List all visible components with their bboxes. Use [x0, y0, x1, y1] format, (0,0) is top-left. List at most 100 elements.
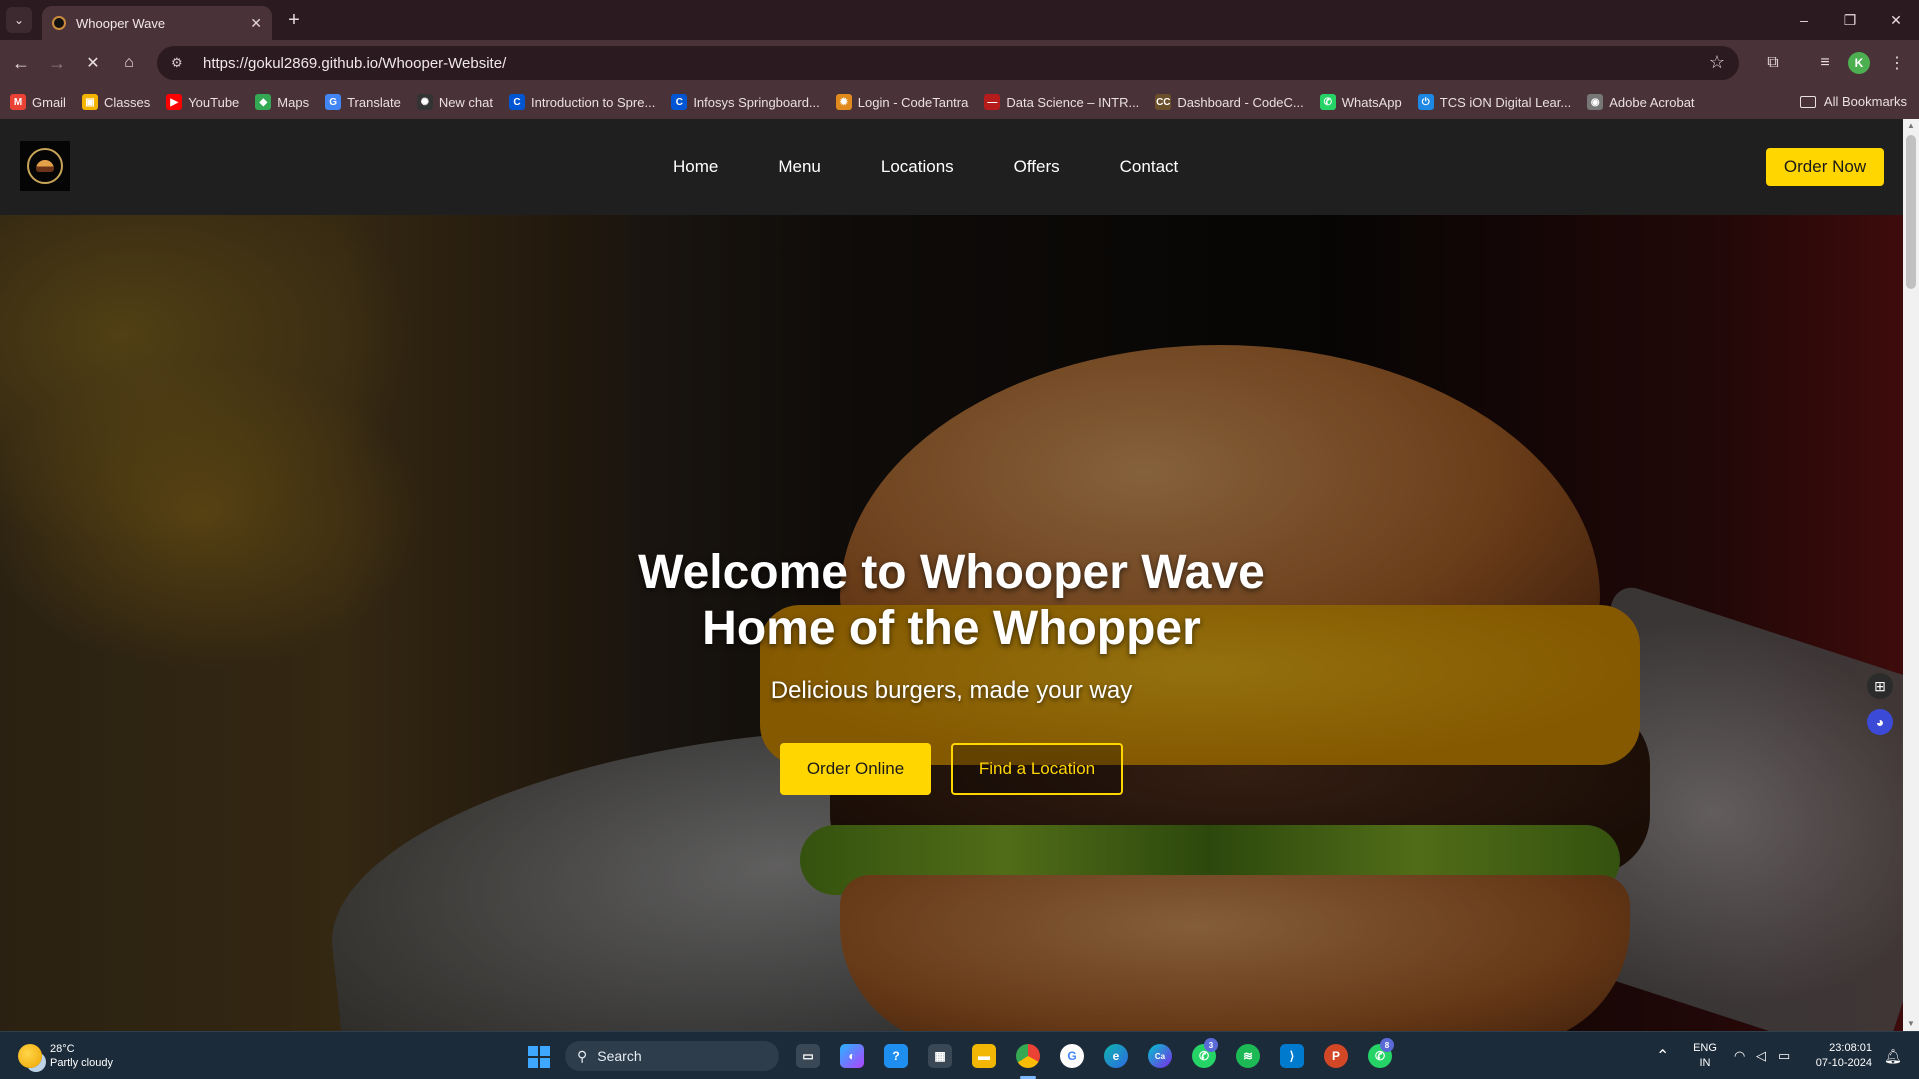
find-location-button[interactable]: Find a Location — [951, 743, 1123, 795]
battery-icon[interactable]: ▭ — [1778, 1032, 1790, 1079]
task-view-icon[interactable]: ▭ — [796, 1044, 820, 1068]
bookmark-label: Login - CodeTantra — [857, 94, 969, 110]
chrome-icon[interactable] — [1016, 1044, 1040, 1068]
help-icon[interactable]: ? — [884, 1044, 908, 1068]
bookmark-item[interactable]: — Data Science – INTR... — [984, 94, 1139, 110]
extensions-icon[interactable]: ⧉ — [1760, 50, 1786, 76]
scroll-up-arrow-icon[interactable]: ▲ — [1903, 119, 1919, 133]
assistant-bot-icon[interactable]: ◕ — [1867, 709, 1893, 735]
weather-desc: Partly cloudy — [50, 1057, 113, 1069]
volume-icon[interactable]: ◁ — [1756, 1032, 1766, 1079]
address-bar[interactable]: ⚙ https://gokul2869.github.io/Whooper-We… — [157, 46, 1739, 80]
stop-loading-icon[interactable]: ✕ — [80, 50, 106, 76]
notification-bell-icon[interactable]: 🔔︎ — [1884, 1048, 1902, 1065]
browser-toolbar: ← → ✕ ⌂ ⚙ https://gokul2869.github.io/Wh… — [0, 40, 1919, 85]
all-bookmarks-button[interactable]: All Bookmarks — [1799, 94, 1907, 109]
tab-title: Whooper Wave — [76, 15, 166, 31]
tab-search-dropdown-icon[interactable]: ⌄ — [6, 7, 32, 33]
bookmark-label: New chat — [438, 94, 494, 110]
copilot-icon[interactable]: ◐ — [840, 1044, 864, 1068]
nav-home[interactable]: Home — [673, 157, 718, 177]
youtube-icon: ▶ — [166, 94, 183, 110]
page-scrollbar[interactable]: ▲ ▼ — [1903, 119, 1919, 1031]
microsoft-store-icon[interactable]: ▦ — [928, 1044, 952, 1068]
browser-tab-active[interactable]: Whooper Wave ✕ — [42, 6, 272, 40]
gmail-icon: M — [10, 94, 26, 110]
bookmark-item[interactable]: ✹ Login - CodeTantra — [835, 94, 969, 110]
spotify-icon[interactable]: ≋ — [1236, 1044, 1260, 1068]
whooper-logo[interactable] — [20, 141, 70, 191]
canva-icon[interactable]: Ca — [1148, 1044, 1172, 1068]
bookmark-item[interactable]: ⏻ TCS iON Digital Lear... — [1417, 94, 1571, 110]
order-now-button[interactable]: Order Now — [1766, 148, 1884, 186]
home-icon[interactable]: ⌂ — [116, 50, 142, 76]
language-code: ENG — [1693, 1042, 1717, 1054]
bookmark-label: Data Science – INTR... — [1006, 94, 1140, 110]
nav-contact[interactable]: Contact — [1120, 157, 1179, 177]
bookmark-item[interactable]: C Infosys Springboard... — [671, 94, 820, 110]
codechef-icon: CC — [1155, 94, 1172, 110]
bookmark-label: Classes — [103, 94, 151, 110]
chatgpt-icon: ✺ — [416, 94, 433, 110]
bookmark-item[interactable]: ◆ Maps — [255, 94, 309, 110]
scroll-down-arrow-icon[interactable]: ▼ — [1903, 1017, 1919, 1031]
bookmark-item[interactable]: CC Dashboard - CodeC... — [1155, 94, 1304, 110]
clock-date: 07-10-2024 — [1815, 1057, 1872, 1069]
edge-icon[interactable]: e — [1104, 1044, 1128, 1068]
nav-offers[interactable]: Offers — [1014, 157, 1060, 177]
burger-logo-icon — [36, 160, 54, 172]
bookmark-item[interactable]: ✆ WhatsApp — [1319, 94, 1402, 110]
system-clock[interactable]: 23:08:01 07-10-2024 — [1810, 1041, 1872, 1071]
site-info-icon[interactable]: ⚙ — [171, 55, 189, 71]
weather-widget[interactable]: 28°C Partly cloudy — [18, 1042, 113, 1070]
taskbar-search[interactable]: ⚲ Search — [565, 1041, 779, 1071]
weather-temp: 28°C — [50, 1043, 75, 1055]
bookmark-star-icon[interactable]: ☆ — [1709, 52, 1725, 73]
new-tab-button[interactable]: + — [282, 9, 306, 33]
grid-tool-icon[interactable]: ⊞ — [1867, 673, 1893, 699]
partly-cloudy-icon — [18, 1044, 42, 1068]
clock-time: 23:08:01 — [1829, 1042, 1872, 1054]
bookmark-item[interactable]: M Gmail — [10, 94, 66, 110]
tray-overflow-icon[interactable]: ⌃ — [1656, 1032, 1669, 1079]
nav-menu[interactable]: Menu — [778, 157, 821, 177]
google-icon[interactable]: G — [1060, 1044, 1084, 1068]
profile-avatar[interactable]: K — [1848, 52, 1870, 74]
restore-button[interactable]: ❐ — [1827, 0, 1873, 40]
forward-arrow-icon[interactable]: → — [44, 50, 70, 76]
order-online-button[interactable]: Order Online — [780, 743, 931, 795]
acrobat-icon: ◉ — [1587, 94, 1604, 110]
bookmark-label: Infosys Springboard... — [693, 94, 820, 110]
bookmark-item[interactable]: ▣ Classes — [81, 94, 151, 110]
file-explorer-icon[interactable]: ▬ — [972, 1044, 996, 1068]
wifi-icon[interactable]: ◠ — [1734, 1032, 1745, 1079]
url-text[interactable]: https://gokul2869.github.io/Whooper-Webs… — [203, 55, 1739, 72]
windows-start-icon[interactable] — [528, 1046, 550, 1068]
bookmark-item[interactable]: C Introduction to Spre... — [509, 94, 655, 110]
bookmark-label: Dashboard - CodeC... — [1177, 94, 1304, 110]
bookmark-item[interactable]: ✺ New chat — [416, 94, 494, 110]
nav-locations[interactable]: Locations — [881, 157, 954, 177]
vscode-icon[interactable]: ⟩ — [1280, 1044, 1304, 1068]
kebab-menu-icon[interactable]: ⋮ — [1884, 50, 1910, 76]
scrollbar-thumb[interactable] — [1906, 135, 1916, 289]
translate-icon: G — [325, 94, 342, 110]
back-arrow-icon[interactable]: ← — [8, 50, 34, 76]
language-indicator[interactable]: ENG IN — [1692, 1041, 1718, 1071]
minimize-button[interactable]: – — [1781, 0, 1827, 40]
media-controls-icon[interactable]: ≡ — [1812, 50, 1838, 76]
tab-close-icon[interactable]: ✕ — [250, 15, 262, 32]
bookmark-item[interactable]: G Translate — [325, 94, 401, 110]
bookmark-item[interactable]: ◉ Adobe Acrobat — [1587, 94, 1695, 110]
tcs-ion-icon: ⏻ — [1417, 94, 1434, 110]
logo-ring — [27, 148, 63, 184]
bookmark-label: Maps — [277, 94, 310, 110]
powerpoint-icon[interactable]: P — [1324, 1044, 1348, 1068]
site-favicon-icon — [52, 16, 66, 30]
bookmark-label: Translate — [347, 94, 401, 110]
hero-title-line1: Welcome to Whooper Wave — [638, 546, 1265, 599]
datascience-icon: — — [984, 94, 1001, 110]
browser-tab-bar: ⌄ Whooper Wave ✕ + – ❐ ✕ — [0, 0, 1919, 40]
close-window-button[interactable]: ✕ — [1873, 0, 1919, 40]
bookmark-item[interactable]: ▶ YouTube — [166, 94, 239, 110]
